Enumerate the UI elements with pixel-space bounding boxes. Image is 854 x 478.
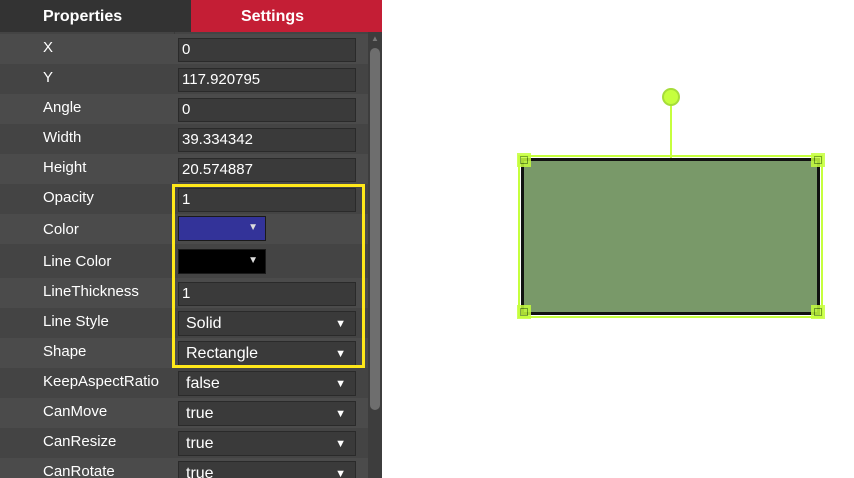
scroll-up-arrow-icon[interactable]: ▲ [368, 34, 382, 44]
scrollbar[interactable]: ▲ [368, 32, 382, 478]
property-label-angle: Angle [43, 99, 82, 116]
height-input[interactable]: 20.574887 [178, 158, 356, 182]
line-style-select[interactable]: Solid ▼ [178, 311, 356, 336]
opacity-input[interactable]: 1 [178, 188, 356, 212]
property-row-x: X 0 [0, 34, 368, 64]
can-rotate-select[interactable]: true ▼ [178, 461, 356, 478]
resize-handle-top-left-icon[interactable] [517, 153, 531, 167]
property-label-can-resize: CanResize [43, 433, 117, 450]
caret-down-icon: ▼ [335, 378, 346, 390]
line-thickness-input[interactable]: 1 [178, 282, 356, 306]
caret-down-icon: ▼ [248, 255, 258, 266]
property-label-line-style: Line Style [43, 313, 109, 330]
property-row-height: Height 20.574887 [0, 154, 368, 184]
properties-panel: Properties Settings X 0 Y 117.920795 Ang… [0, 0, 382, 478]
can-resize-value: true [186, 435, 214, 452]
property-label-width: Width [43, 129, 82, 146]
property-row-line-color: Line Color ▼ [0, 246, 368, 276]
rotate-handle-icon[interactable] [662, 88, 680, 106]
property-row-width: Width 39.334342 [0, 124, 368, 154]
can-move-value: true [186, 405, 214, 422]
resize-handle-bottom-right-icon[interactable] [811, 305, 825, 319]
line-style-value: Solid [186, 315, 222, 332]
property-row-shape: Shape Rectangle ▼ [0, 338, 368, 368]
resize-handle-top-right-icon[interactable] [811, 153, 825, 167]
can-resize-select[interactable]: true ▼ [178, 431, 356, 456]
property-label-can-rotate: CanRotate [43, 463, 115, 478]
property-row-angle: Angle 0 [0, 94, 368, 124]
rotate-connector [670, 105, 672, 158]
keep-aspect-ratio-value: false [186, 375, 220, 392]
property-row-y: Y 117.920795 [0, 64, 368, 94]
line-color-picker[interactable]: ▼ [178, 249, 266, 274]
tab-properties[interactable]: Properties [0, 0, 191, 32]
width-input[interactable]: 39.334342 [178, 128, 356, 152]
shape-select[interactable]: Rectangle ▼ [178, 341, 356, 366]
caret-down-icon: ▼ [335, 408, 346, 420]
selected-rectangle-shape[interactable] [518, 155, 823, 318]
property-label-x: X [43, 39, 54, 56]
resize-handle-bottom-left-icon[interactable] [517, 305, 531, 319]
property-row-keep-aspect-ratio: KeepAspectRatio false ▼ [0, 368, 368, 398]
property-row-color: Color ▼ [0, 214, 368, 244]
shape-value: Rectangle [186, 345, 259, 362]
property-label-line-color: Line Color [43, 253, 112, 270]
property-row-opacity: Opacity 1 [0, 184, 368, 214]
property-row-can-rotate: CanRotate true ▼ [0, 458, 368, 478]
caret-down-icon: ▼ [335, 438, 346, 450]
property-row-can-move: CanMove true ▼ [0, 398, 368, 428]
property-label-y: Y [43, 69, 54, 86]
caret-down-icon: ▼ [335, 348, 346, 360]
caret-down-icon: ▼ [248, 222, 258, 233]
y-input[interactable]: 117.920795 [178, 68, 356, 92]
property-label-color: Color [43, 221, 79, 238]
property-label-height: Height [43, 159, 87, 176]
can-rotate-value: true [186, 465, 214, 478]
property-label-keep-aspect-ratio: KeepAspectRatio [43, 373, 159, 390]
caret-down-icon: ▼ [335, 468, 346, 478]
x-input[interactable]: 0 [178, 38, 356, 62]
property-row-line-style: Line Style Solid ▼ [0, 308, 368, 338]
tab-bar: Properties Settings [0, 0, 382, 32]
property-label-line-thickness: LineThickness [43, 283, 139, 300]
color-picker[interactable]: ▼ [178, 216, 266, 241]
scrollbar-thumb[interactable] [370, 48, 380, 410]
property-row-can-resize: CanResize true ▼ [0, 428, 368, 458]
property-label-shape: Shape [43, 343, 87, 360]
keep-aspect-ratio-select[interactable]: false ▼ [178, 371, 356, 396]
can-move-select[interactable]: true ▼ [178, 401, 356, 426]
angle-input[interactable]: 0 [178, 98, 356, 122]
property-row-line-thickness: LineThickness 1 [0, 278, 368, 308]
tab-settings[interactable]: Settings [191, 0, 382, 32]
property-label-can-move: CanMove [43, 403, 108, 420]
caret-down-icon: ▼ [335, 318, 346, 330]
property-label-opacity: Opacity [43, 189, 94, 206]
